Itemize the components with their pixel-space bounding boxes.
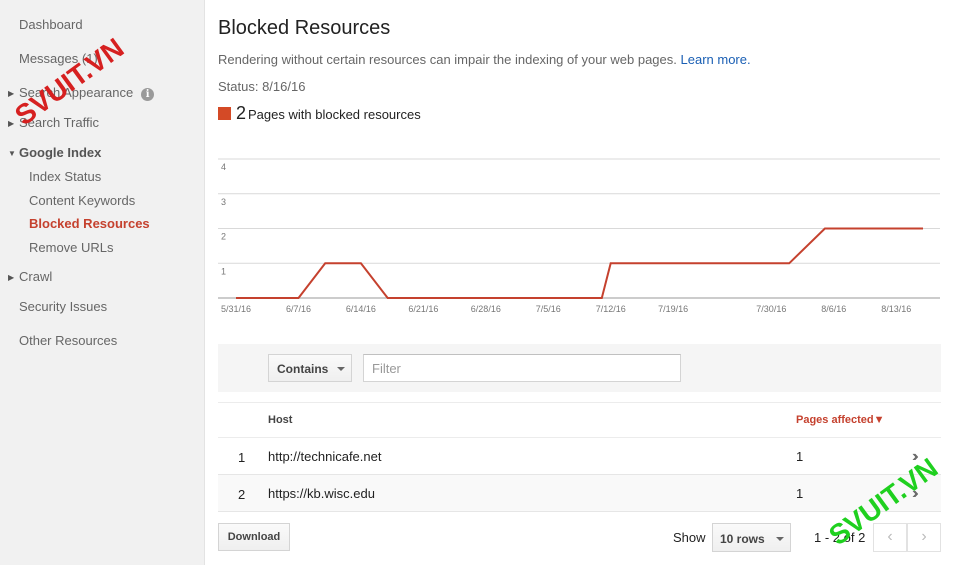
table-header: Host Pages affected▼ bbox=[218, 402, 941, 438]
sidebar-item-label: Google Index bbox=[19, 145, 102, 160]
x-tick-label: 5/31/16 bbox=[221, 304, 251, 314]
next-page-button[interactable]: › bbox=[907, 523, 941, 552]
x-tick-label: 6/21/16 bbox=[408, 304, 438, 314]
x-tick-label: 7/30/16 bbox=[756, 304, 786, 314]
x-tick-label: 6/28/16 bbox=[471, 304, 501, 314]
page-description: Rendering without certain resources can … bbox=[218, 52, 751, 67]
y-tick-label: 3 bbox=[221, 197, 226, 207]
pagination-range: 1 - 2 of 2 bbox=[814, 530, 866, 545]
row-number: 1 bbox=[238, 450, 246, 465]
sidebar-item-remove-urls[interactable]: Remove URLs bbox=[29, 240, 114, 255]
download-button[interactable]: Download bbox=[218, 523, 290, 551]
status-text: Status: 8/16/16 bbox=[218, 79, 306, 94]
chart-legend: 2 Pages with blocked resources bbox=[218, 103, 421, 124]
sidebar-item-google-index[interactable]: ▼ Google Index bbox=[8, 145, 101, 160]
sidebar-item-content-keywords[interactable]: Content Keywords bbox=[29, 193, 135, 208]
sidebar-item-label: Search Appearance bbox=[19, 85, 134, 100]
double-chevron-right-icon[interactable]: ›› bbox=[912, 485, 918, 503]
sidebar-item-index-status[interactable]: Index Status bbox=[29, 169, 101, 184]
table-row[interactable]: 2 https://kb.wisc.edu 1 ›› bbox=[218, 475, 941, 512]
row-pages-affected: 1 bbox=[796, 449, 804, 464]
legend-count: 2 bbox=[236, 103, 247, 123]
blocked-resources-chart: 1 2 3 4 5/31/16 6/7/16 6/14/16 6/21/16 6/28/16 7/… bbox=[218, 158, 940, 314]
sidebar-item-crawl[interactable]: ▶ Crawl bbox=[8, 269, 52, 284]
x-tick-label: 7/12/16 bbox=[596, 304, 626, 314]
expand-triangle-icon: ▶ bbox=[8, 89, 15, 98]
filter-input[interactable]: Filter bbox=[363, 354, 681, 382]
sidebar-item-messages[interactable]: Messages (1) bbox=[19, 51, 98, 66]
sidebar-item-security-issues[interactable]: Security Issues bbox=[19, 299, 107, 314]
x-tick-label: 6/7/16 bbox=[286, 304, 311, 314]
description-text: Rendering without certain resources can … bbox=[218, 52, 677, 67]
sidebar-item-search-traffic[interactable]: ▶ Search Traffic bbox=[8, 115, 99, 130]
rows-per-page-label: 10 rows bbox=[720, 532, 765, 546]
row-host[interactable]: http://technicafe.net bbox=[268, 449, 381, 464]
collapse-triangle-icon: ▼ bbox=[8, 149, 16, 158]
prev-page-button[interactable]: ‹ bbox=[873, 523, 907, 552]
chevron-down-icon bbox=[776, 537, 784, 541]
x-tick-label: 6/14/16 bbox=[346, 304, 376, 314]
page-title: Blocked Resources bbox=[218, 17, 391, 39]
column-header-host[interactable]: Host bbox=[268, 414, 292, 426]
row-pages-affected: 1 bbox=[796, 486, 804, 501]
sidebar-item-label: Search Traffic bbox=[19, 115, 99, 130]
sidebar-item-dashboard[interactable]: Dashboard bbox=[19, 17, 83, 32]
x-tick-label: 8/6/16 bbox=[821, 304, 846, 314]
column-header-pages-affected[interactable]: Pages affected▼ bbox=[796, 414, 885, 426]
x-tick-label: 7/19/16 bbox=[658, 304, 688, 314]
filter-mode-select[interactable]: Contains bbox=[268, 354, 352, 382]
rows-per-page-select[interactable]: 10 rows bbox=[712, 523, 791, 552]
double-chevron-right-icon[interactable]: ›› bbox=[912, 448, 918, 466]
sidebar: Dashboard Messages (1) ▶ Search Appearanc… bbox=[0, 0, 205, 565]
chevron-down-icon bbox=[337, 367, 345, 371]
expand-triangle-icon: ▶ bbox=[8, 273, 15, 282]
sidebar-item-label: Crawl bbox=[19, 269, 53, 284]
sidebar-item-search-appearance[interactable]: ▶ Search Appearance i bbox=[8, 85, 155, 101]
y-tick-label: 1 bbox=[221, 266, 226, 276]
expand-triangle-icon: ▶ bbox=[8, 119, 15, 128]
info-icon[interactable]: i bbox=[141, 88, 155, 101]
y-tick-label: 2 bbox=[221, 232, 226, 242]
filter-mode-label: Contains bbox=[277, 362, 329, 376]
filter-bar: Contains Filter bbox=[218, 344, 941, 392]
sidebar-item-blocked-resources[interactable]: Blocked Resources bbox=[29, 216, 150, 231]
show-label: Show bbox=[673, 530, 706, 545]
row-host[interactable]: https://kb.wisc.edu bbox=[268, 486, 375, 501]
learn-more-link[interactable]: Learn more. bbox=[681, 52, 751, 67]
row-number: 2 bbox=[238, 487, 246, 502]
sidebar-item-other-resources[interactable]: Other Resources bbox=[19, 333, 117, 348]
y-tick-label: 4 bbox=[221, 162, 226, 172]
legend-label: Pages with blocked resources bbox=[248, 107, 421, 122]
x-tick-label: 8/13/16 bbox=[881, 304, 911, 314]
table-row[interactable]: 1 http://technicafe.net 1 ›› bbox=[218, 438, 941, 475]
legend-swatch bbox=[218, 107, 231, 120]
x-tick-label: 7/5/16 bbox=[536, 304, 561, 314]
